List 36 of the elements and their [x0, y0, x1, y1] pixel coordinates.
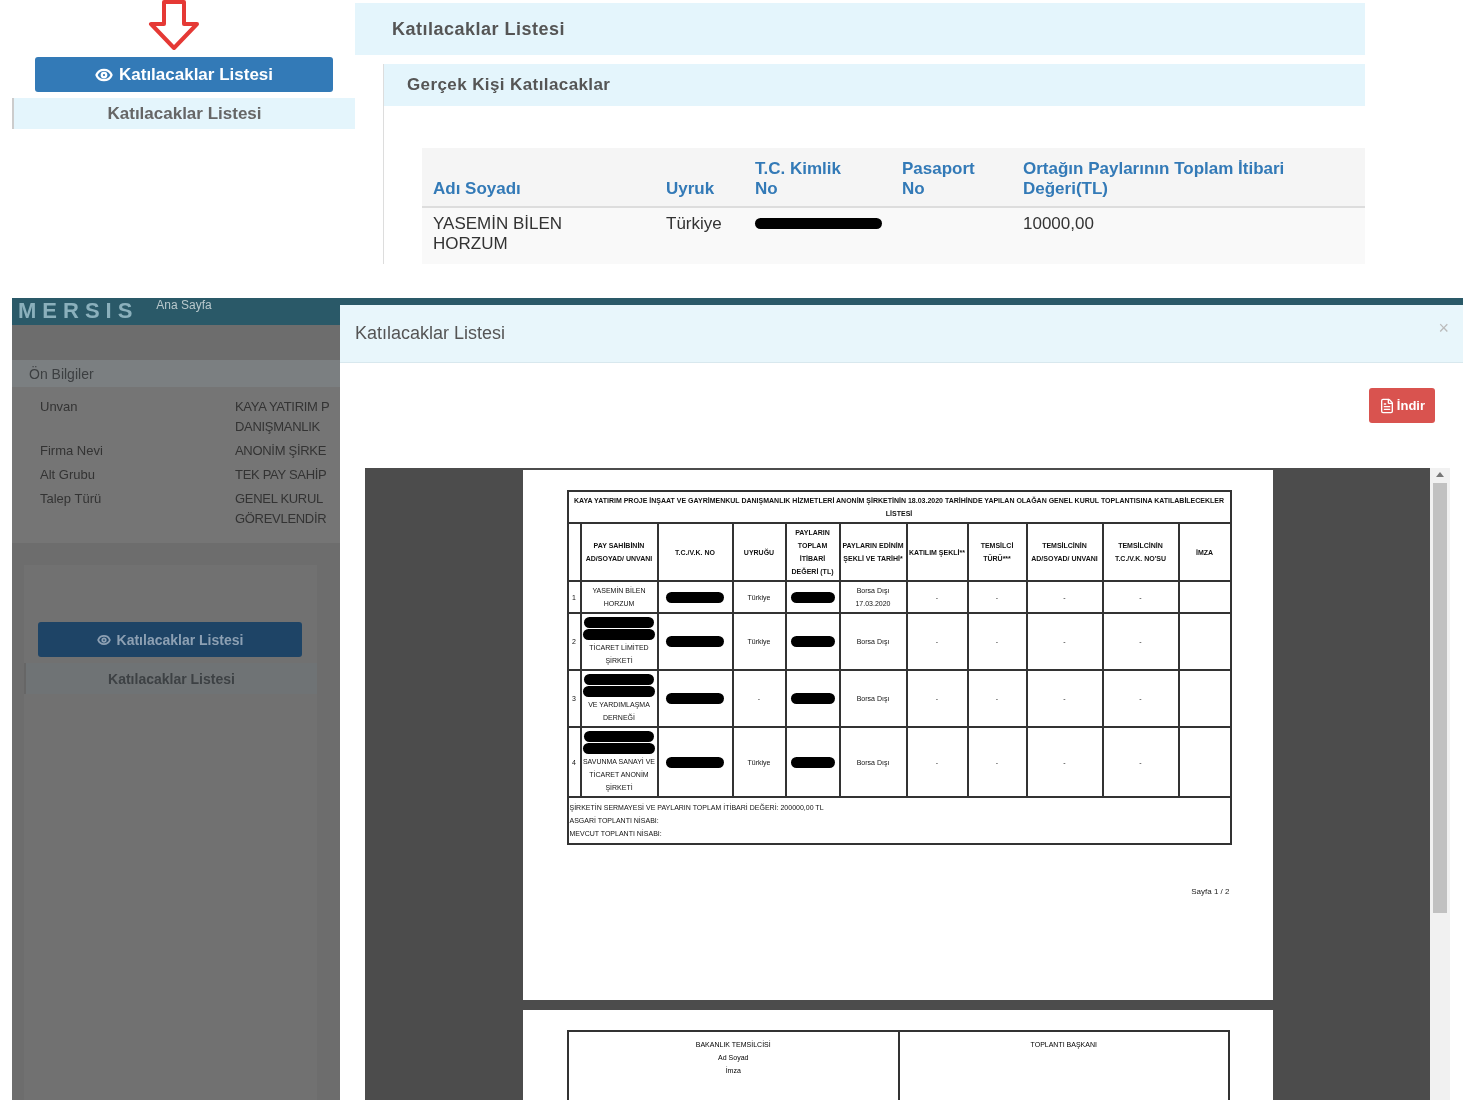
pdf-file-icon — [1378, 397, 1395, 414]
field-value: ANONİM ŞİRKE — [235, 442, 328, 460]
app-logo: MERSIS — [17, 298, 139, 324]
section-title: Gerçek Kişi Katılacaklar — [384, 64, 1365, 106]
column-header: Uyruk — [665, 178, 716, 200]
scrollbar[interactable] — [1430, 468, 1450, 1100]
modal-title: Katılacaklar Listesi — [355, 323, 506, 344]
column-header: Adı Soyadı — [432, 178, 522, 200]
field-label: Firma Nevi — [40, 442, 104, 460]
panel-title: Ön Bilgiler — [12, 360, 340, 387]
redaction-mark — [583, 686, 655, 697]
redaction-mark — [583, 743, 655, 754]
field-label: Unvan — [40, 398, 79, 416]
redaction-mark — [583, 629, 655, 640]
page-number: Sayfa 1 / 2 — [1191, 887, 1230, 896]
field-label: Talep Türü — [40, 490, 103, 508]
nav-item[interactable]: Ana Sayfa — [156, 298, 212, 312]
field-value: KAYA YATIRIM P DANIŞMANLIK — [235, 398, 331, 436]
participants-list-button[interactable]: Katılacaklar Listesi — [35, 57, 333, 92]
download-button[interactable]: İndir — [1368, 388, 1435, 423]
field-label: Alt Grubu — [40, 466, 96, 484]
table-cell-text: Türkiye — [665, 213, 723, 235]
column-header: T.C. Kimlik No — [754, 158, 842, 200]
down-arrow-icon — [147, 0, 200, 50]
column-header: Pasaport No — [901, 158, 976, 200]
panel-title: Katılacaklar Listesi — [355, 3, 1365, 55]
scrollbar-thumb[interactable] — [1433, 483, 1447, 913]
column-header: Ortağın Paylarının Toplam İtibari Değeri(TL) — [1022, 158, 1286, 200]
table-cell-text: YASEMİN BİLEN HORZUM — [432, 213, 564, 255]
field-value: TEK PAY SAHİP — [235, 466, 328, 484]
field-value: GENEL KURUL GÖREVLENDİR — [235, 490, 328, 528]
participants-list-button[interactable]: Katılacaklar Listesi — [38, 622, 302, 657]
table-cell-text: 10000,00 — [1022, 213, 1095, 235]
menu-item[interactable]: Katılacaklar Listesi — [12, 98, 355, 129]
eye-icon — [96, 632, 111, 647]
scroll-up-icon[interactable] — [1436, 472, 1444, 477]
